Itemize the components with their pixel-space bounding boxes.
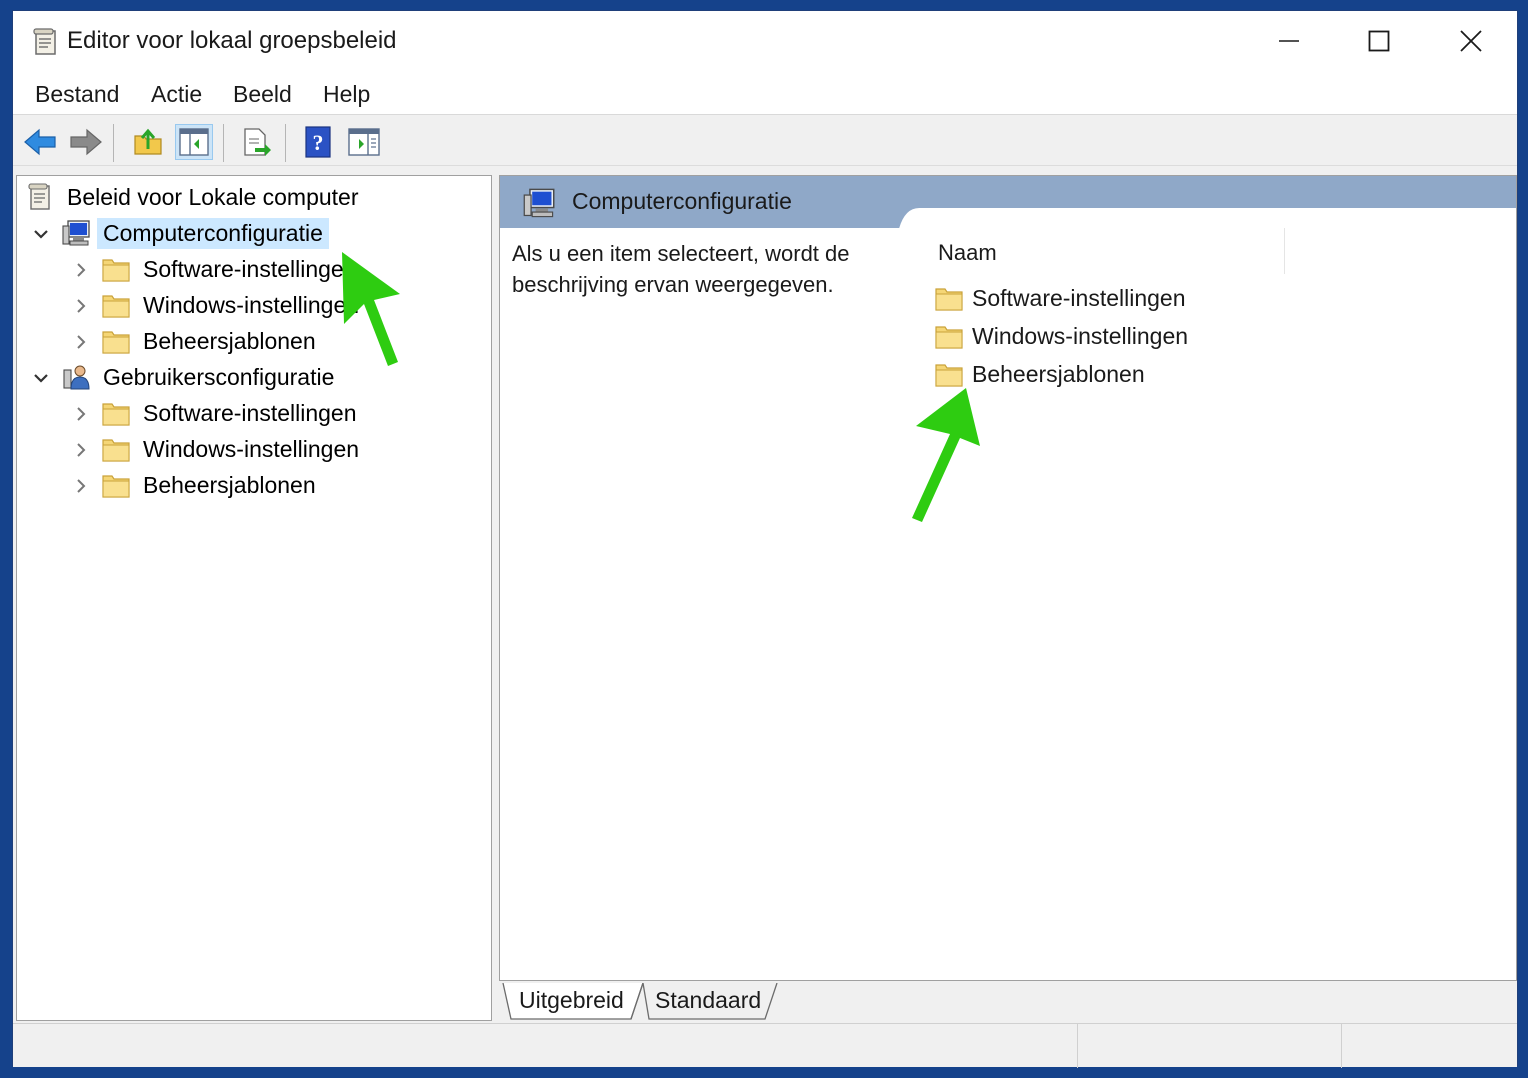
computer-icon bbox=[523, 188, 555, 218]
list-item-label: Beheersjablonen bbox=[972, 360, 1145, 387]
folder-icon bbox=[935, 288, 963, 311]
tree-label: Gebruikersconfiguratie bbox=[103, 363, 335, 390]
chevron-right-icon[interactable] bbox=[73, 406, 89, 422]
menu-bar: Bestand Actie Beeld Help bbox=[13, 73, 1517, 115]
chevron-right-icon[interactable] bbox=[73, 478, 89, 494]
chevron-right-icon[interactable] bbox=[73, 298, 89, 314]
show-hide-tree-button[interactable] bbox=[175, 124, 213, 160]
show-action-pane-icon bbox=[348, 128, 380, 156]
toolbar-separator bbox=[285, 124, 286, 162]
tree-item-computer-configuration[interactable]: Computerconfiguratie bbox=[61, 216, 329, 250]
tree-label: Beheersjablonen bbox=[143, 327, 316, 354]
title-bar[interactable]: Editor voor lokaal groepsbeleid bbox=[13, 11, 1517, 73]
close-icon bbox=[1460, 30, 1482, 52]
description-text: Als u een item selecteert, wordt de besc… bbox=[512, 241, 850, 297]
policy-scroll-icon bbox=[33, 28, 56, 55]
status-cell bbox=[1341, 1024, 1517, 1068]
annotation-arrow bbox=[912, 388, 980, 522]
computer-icon bbox=[62, 220, 90, 246]
folder-icon bbox=[102, 475, 130, 498]
folder-icon bbox=[102, 259, 130, 282]
list-item-label: Software-instellingen bbox=[972, 284, 1186, 311]
folder-icon bbox=[102, 295, 130, 318]
column-divider[interactable] bbox=[1284, 228, 1285, 274]
policy-scroll-icon bbox=[28, 183, 50, 210]
tree-label: Windows-instellingen bbox=[143, 435, 360, 462]
menu-actie[interactable]: Actie bbox=[147, 79, 206, 110]
app-window: Editor voor lokaal groepsbeleid Bestand … bbox=[12, 10, 1518, 1068]
tree-label: Computerconfiguratie bbox=[97, 217, 329, 249]
details-pane: Computerconfiguratie Als u een item sele… bbox=[499, 175, 1517, 981]
toolbar-separator bbox=[223, 124, 224, 162]
close-button[interactable] bbox=[1431, 19, 1511, 63]
tree-item-user-administrative-templates[interactable]: Beheersjablonen bbox=[101, 468, 322, 502]
view-tabs: Uitgebreid Standaard bbox=[499, 983, 1517, 1021]
help-button[interactable]: ? bbox=[299, 124, 337, 160]
window-title: Editor voor lokaal groepsbeleid bbox=[67, 27, 397, 54]
toolbar-separator bbox=[113, 124, 114, 162]
back-icon bbox=[24, 128, 56, 156]
tree-item-user-software-settings[interactable]: Software-instellingen bbox=[101, 396, 363, 430]
show-action-pane-button[interactable] bbox=[345, 124, 383, 160]
user-config-icon bbox=[63, 365, 90, 390]
up-one-level-button[interactable] bbox=[129, 124, 167, 160]
annotation-arrow bbox=[342, 252, 400, 366]
tab-standard[interactable]: Standaard bbox=[655, 987, 761, 1014]
column-header-name[interactable]: Naam bbox=[938, 240, 997, 266]
svg-text:?: ? bbox=[313, 130, 324, 155]
folder-icon bbox=[102, 403, 130, 426]
status-cell bbox=[1077, 1024, 1341, 1068]
tree-item-user-configuration[interactable]: Gebruikersconfiguratie bbox=[61, 360, 340, 394]
forward-button[interactable] bbox=[67, 124, 105, 160]
folder-icon bbox=[102, 439, 130, 462]
help-icon: ? bbox=[305, 126, 331, 158]
list-item-label: Windows-instellingen bbox=[972, 322, 1189, 349]
status-bar bbox=[13, 1023, 1517, 1068]
tree-item-windows-settings[interactable]: Windows-instellingen bbox=[101, 288, 365, 322]
console-tree[interactable]: Beleid voor Lokale computer Computerconf… bbox=[16, 175, 492, 1021]
tree-root-local-computer-policy[interactable]: Beleid voor Lokale computer bbox=[25, 180, 365, 214]
chevron-right-icon[interactable] bbox=[73, 262, 89, 278]
back-button[interactable] bbox=[21, 124, 59, 160]
tree-item-user-windows-settings[interactable]: Windows-instellingen bbox=[101, 432, 365, 466]
menu-bestand[interactable]: Bestand bbox=[31, 79, 123, 110]
tree-item-software-settings[interactable]: Software-instellingen bbox=[101, 252, 363, 286]
chevron-down-icon[interactable] bbox=[33, 370, 49, 386]
details-title: Computerconfiguratie bbox=[572, 188, 792, 214]
minimize-icon bbox=[1279, 40, 1299, 42]
export-list-icon bbox=[244, 128, 271, 156]
export-list-button[interactable] bbox=[237, 124, 275, 160]
list-item-windows-settings[interactable]: Windows-instellingen bbox=[934, 318, 1188, 354]
list-item-software-settings[interactable]: Software-instellingen bbox=[934, 280, 1186, 316]
tree-label: Software-instellingen bbox=[143, 255, 357, 282]
chevron-down-icon[interactable] bbox=[33, 226, 49, 242]
up-folder-icon bbox=[134, 128, 162, 155]
minimize-button[interactable] bbox=[1249, 19, 1329, 63]
chevron-right-icon[interactable] bbox=[73, 334, 89, 350]
maximize-icon bbox=[1368, 30, 1390, 52]
chevron-right-icon[interactable] bbox=[73, 442, 89, 458]
folder-icon bbox=[935, 326, 963, 349]
menu-beeld[interactable]: Beeld bbox=[229, 79, 296, 110]
toolbar: ? bbox=[13, 116, 1517, 166]
maximize-button[interactable] bbox=[1339, 19, 1419, 63]
folder-icon bbox=[935, 364, 963, 387]
menu-help[interactable]: Help bbox=[319, 79, 374, 110]
tree-label: Software-instellingen bbox=[143, 399, 357, 426]
tree-label: Beheersjablonen bbox=[143, 471, 316, 498]
tree-item-administrative-templates[interactable]: Beheersjablonen bbox=[101, 324, 322, 358]
tree-label: Beleid voor Lokale computer bbox=[67, 183, 359, 210]
folder-icon bbox=[102, 331, 130, 354]
forward-icon bbox=[70, 128, 102, 156]
show-hide-console-tree-icon bbox=[179, 128, 209, 156]
tab-extended[interactable]: Uitgebreid bbox=[519, 987, 624, 1014]
